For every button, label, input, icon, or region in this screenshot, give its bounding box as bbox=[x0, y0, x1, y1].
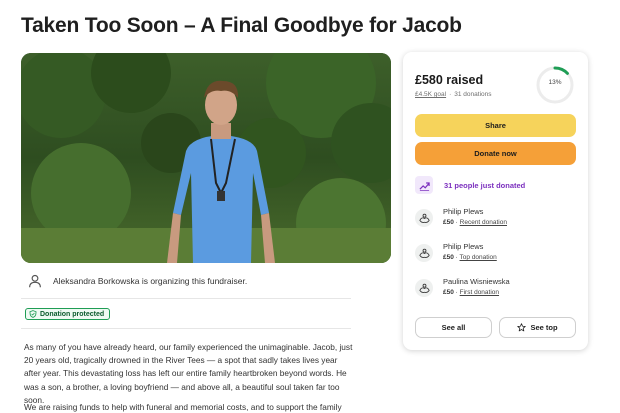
donor-name: Paulina Wisniewska bbox=[443, 277, 510, 286]
donation-type-link[interactable]: Recent donation bbox=[460, 219, 507, 226]
donor-name: Philip Plews bbox=[443, 207, 484, 216]
divider bbox=[21, 298, 351, 299]
star-icon bbox=[517, 323, 527, 332]
page-title: Taken Too Soon – A Final Goodbye for Jac… bbox=[21, 14, 462, 37]
recent-activity: 31 people just donated bbox=[415, 176, 525, 194]
story-paragraph: We are raising funds to help with funera… bbox=[24, 402, 342, 412]
donation-protected-label: Donation protected bbox=[40, 310, 105, 318]
donation-count: 31 donations bbox=[454, 91, 492, 98]
amount-raised: £580 raised bbox=[415, 73, 484, 87]
donor-amount: £50 bbox=[443, 289, 454, 296]
see-top-button[interactable]: See top bbox=[499, 317, 576, 338]
donation-card: £580 raised £4.5K goal · 31 donations 13% … bbox=[403, 52, 588, 350]
donor-name: Philip Plews bbox=[443, 242, 484, 251]
story-paragraph: As many of you have already heard, our f… bbox=[24, 342, 353, 405]
donation-type-link[interactable]: First donation bbox=[460, 289, 499, 296]
recent-activity-text: 31 people just donated bbox=[444, 180, 526, 190]
donor-item: Philip Plews £50 · Recent donation bbox=[415, 206, 507, 228]
trending-up-icon bbox=[415, 176, 433, 194]
user-icon bbox=[26, 272, 44, 290]
organizer-text: Aleksandra Borkowska is organizing this … bbox=[53, 276, 248, 286]
donor-item: Philip Plews £50 · Top donation bbox=[415, 241, 497, 263]
goal-meta: £4.5K goal · 31 donations bbox=[415, 91, 492, 98]
progress-percent: 13% bbox=[548, 79, 562, 86]
hero-photo bbox=[21, 53, 391, 263]
organizer-row: Aleksandra Borkowska is organizing this … bbox=[21, 270, 351, 292]
goal-link[interactable]: £4.5K goal bbox=[415, 91, 446, 98]
share-button[interactable]: Share bbox=[415, 114, 576, 137]
donor-amount: £50 bbox=[443, 219, 454, 226]
divider bbox=[21, 328, 351, 329]
donor-item: Paulina Wisniewska £50 · First donation bbox=[415, 276, 510, 298]
donation-type-link[interactable]: Top donation bbox=[460, 254, 497, 261]
donor-amount: £50 bbox=[443, 254, 454, 261]
shield-icon bbox=[29, 310, 37, 318]
donor-avatar-icon bbox=[415, 244, 433, 262]
see-top-label: See top bbox=[530, 323, 558, 332]
see-all-button[interactable]: See all bbox=[415, 317, 492, 338]
donor-avatar-icon bbox=[415, 279, 433, 297]
donor-avatar-icon bbox=[415, 209, 433, 227]
donate-now-button[interactable]: Donate now bbox=[415, 142, 576, 165]
donation-protected-badge[interactable]: Donation protected bbox=[25, 308, 111, 320]
